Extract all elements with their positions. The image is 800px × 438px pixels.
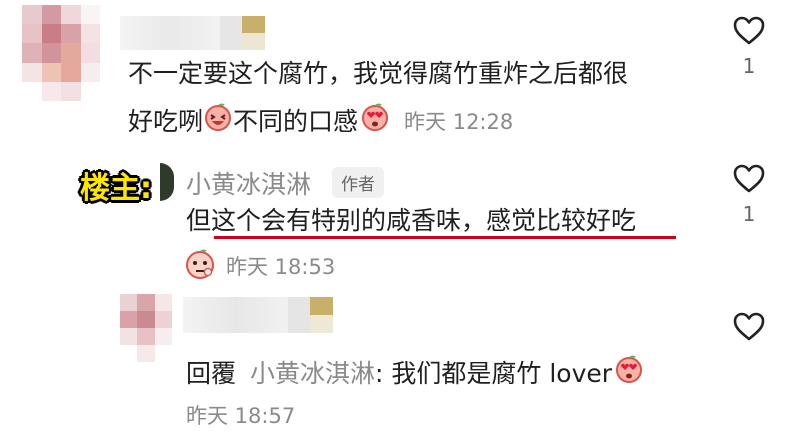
thinking-peach-avatar — [184, 248, 216, 284]
reply-time: 昨天 18:53 — [226, 255, 336, 279]
like-button[interactable]: 1 — [732, 16, 766, 78]
heart-outline-icon — [733, 16, 765, 45]
comment-text-line1: 不一定要这个腐竹，我觉得腐竹重炸之后都很 — [128, 59, 629, 88]
reply-text: : 我们都是腐竹 lover — [375, 358, 613, 388]
comment-text-start: 好吃咧 — [128, 106, 204, 136]
reply-prefix: 回覆 — [186, 358, 237, 388]
mention-name[interactable]: 小黄冰淇淋 — [250, 357, 375, 391]
like-button[interactable] — [732, 312, 766, 342]
comment-time: 昨天 12:28 — [404, 109, 514, 134]
avatar[interactable] — [120, 294, 172, 362]
highlight-underline — [214, 236, 676, 239]
reply-text-line: 回覆 小黄冰淇淋 : 我们都是腐竹 lover — [186, 354, 644, 393]
laughing-peach-emoji — [203, 102, 233, 141]
reply-meta: 昨天 18:53 — [184, 248, 335, 284]
like-count: 1 — [742, 202, 756, 226]
avatar[interactable] — [22, 5, 100, 101]
comment-text-line2: 好吃咧 不同的口感 昨天 12:28 — [128, 102, 513, 141]
like-button[interactable]: 1 — [732, 164, 766, 226]
reply-time: 昨天 18:57 — [186, 404, 296, 428]
commenter-name-blurred[interactable] — [183, 297, 333, 333]
heart-eyes-emoji — [360, 102, 390, 141]
author-name[interactable]: 小黄冰淇淋 — [186, 165, 311, 201]
op-badge-label: 楼主: — [80, 171, 152, 206]
heart-outline-icon — [733, 312, 765, 341]
reply-text: 但这个会有特别的咸香味，感觉比较好吃 — [186, 206, 637, 235]
author-tag: 作者 — [332, 167, 384, 198]
comment-text-end: 不同的口感 — [233, 106, 359, 136]
heart-eyes-emoji — [614, 354, 644, 393]
commenter-name-blurred[interactable] — [120, 16, 265, 50]
like-count: 1 — [742, 54, 756, 78]
heart-outline-icon — [733, 164, 765, 193]
avatar[interactable] — [160, 163, 174, 201]
